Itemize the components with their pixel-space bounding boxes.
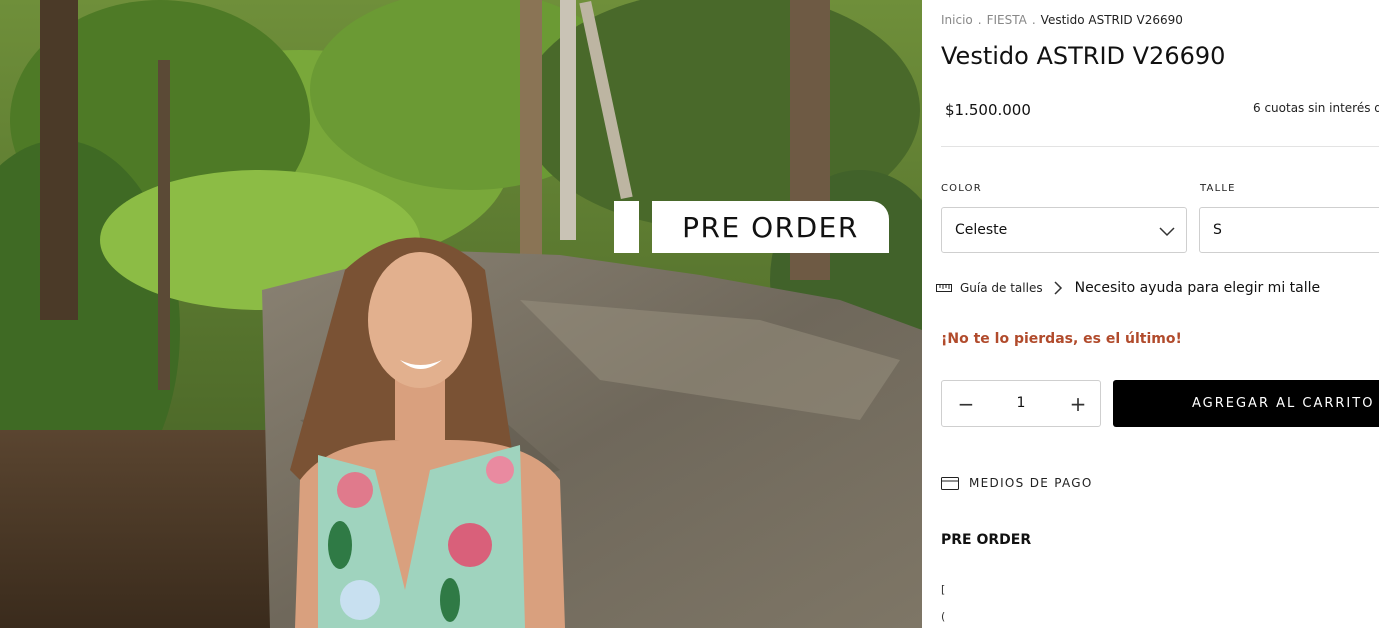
product-title: Vestido ASTRID V26690 xyxy=(941,42,1226,70)
product-image[interactable]: PRE ORDER xyxy=(0,0,922,628)
last-item-alert: ¡No te lo pierdas, es el último! xyxy=(941,331,1182,347)
quantity-stepper: − 1 + xyxy=(941,380,1101,427)
plus-icon: + xyxy=(1069,392,1087,416)
payment-methods-link[interactable]: MEDIOS DE PAGO xyxy=(941,476,1093,490)
ruler-icon xyxy=(936,284,952,292)
pre-order-badge: PRE ORDER xyxy=(614,200,889,254)
badge-label: PRE ORDER xyxy=(652,201,889,253)
product-photo-illustration xyxy=(0,0,922,628)
quantity-value[interactable]: 1 xyxy=(1002,395,1040,411)
size-help-link[interactable]: Necesito ayuda para elegir mi talle xyxy=(1075,280,1321,296)
breadcrumb: Inicio. FIESTA. Vestido ASTRID V26690 xyxy=(941,13,1183,27)
color-select[interactable]: Celeste xyxy=(941,207,1187,253)
breadcrumb-separator: . xyxy=(1031,13,1036,27)
badge-bar xyxy=(614,201,639,253)
minus-icon: − xyxy=(957,392,975,416)
divider xyxy=(941,146,1379,147)
installments-info: 6 cuotas sin interés de xyxy=(1253,101,1379,115)
size-select[interactable]: S xyxy=(1199,207,1379,253)
payment-methods-label: MEDIOS DE PAGO xyxy=(969,476,1093,490)
breadcrumb-separator: . xyxy=(977,13,982,27)
size-select-value: S xyxy=(1213,222,1222,238)
size-label: TALLE xyxy=(1200,183,1236,194)
description-heading: PRE ORDER xyxy=(941,532,1032,548)
product-price: $1.500.000 xyxy=(945,101,1031,119)
credit-card-icon xyxy=(941,476,959,490)
size-guide-link[interactable]: Guía de talles xyxy=(960,281,1043,295)
chevron-down-icon xyxy=(1159,227,1175,237)
chevron-right-icon xyxy=(1054,281,1062,295)
size-guide-row: Guía de talles Necesito ayuda para elegi… xyxy=(936,280,1320,296)
add-to-cart-button[interactable]: AGREGAR AL CARRITO xyxy=(1113,380,1379,427)
color-select-value: Celeste xyxy=(955,222,1008,238)
breadcrumb-home-link[interactable]: Inicio xyxy=(941,13,973,27)
description-fragment: [ xyxy=(941,583,946,596)
increase-quantity-button[interactable]: + xyxy=(1067,392,1089,416)
description-fragment: ( xyxy=(941,610,946,623)
decrease-quantity-button[interactable]: − xyxy=(955,392,977,416)
breadcrumb-current: Vestido ASTRID V26690 xyxy=(1040,13,1183,27)
color-label: COLOR xyxy=(941,183,982,194)
product-info-panel: Inicio. FIESTA. Vestido ASTRID V26690 Vest… xyxy=(922,0,1379,628)
breadcrumb-category-link[interactable]: FIESTA xyxy=(987,13,1027,27)
